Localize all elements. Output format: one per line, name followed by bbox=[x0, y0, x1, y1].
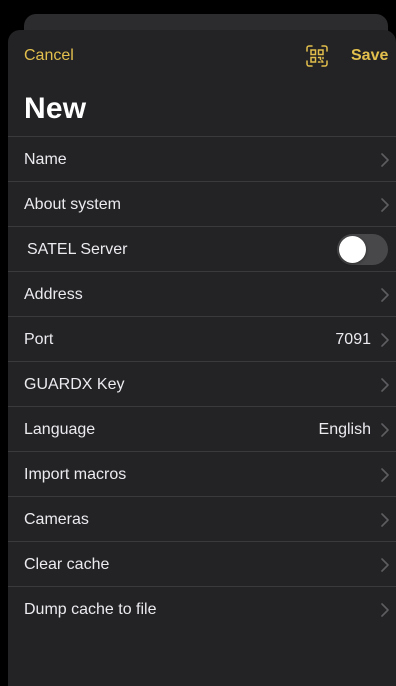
list-item-port[interactable]: Port 7091 bbox=[8, 316, 396, 361]
row-label: Name bbox=[24, 151, 67, 168]
list-item-name[interactable]: Name bbox=[8, 136, 396, 181]
qr-code-scan-icon[interactable] bbox=[305, 44, 329, 68]
list-item-cameras[interactable]: Cameras bbox=[8, 496, 396, 541]
row-label: GUARDX Key bbox=[24, 376, 125, 393]
save-button[interactable]: Save bbox=[351, 47, 388, 65]
chevron-right-icon bbox=[381, 423, 389, 437]
chevron-right-icon bbox=[381, 513, 389, 527]
screen: Cancel Save New Name About system SATEL … bbox=[0, 0, 396, 686]
list-item-import-macros[interactable]: Import macros bbox=[8, 451, 396, 496]
row-label: Language bbox=[24, 421, 96, 438]
chevron-right-icon bbox=[381, 153, 389, 167]
chevron-right-icon bbox=[381, 603, 389, 617]
cancel-button[interactable]: Cancel bbox=[24, 47, 74, 65]
row-label: Cameras bbox=[24, 511, 89, 528]
port-value: 7091 bbox=[335, 331, 371, 348]
row-label: About system bbox=[24, 196, 121, 213]
navigation-bar: Cancel Save bbox=[8, 30, 396, 82]
row-label: Clear cache bbox=[24, 556, 110, 573]
chevron-right-icon bbox=[381, 558, 389, 572]
list-item-about-system[interactable]: About system bbox=[8, 181, 396, 226]
satel-server-toggle[interactable] bbox=[337, 234, 388, 265]
modal-sheet: Cancel Save New Name About system SATEL … bbox=[8, 30, 396, 686]
list-item-guardx-key[interactable]: GUARDX Key bbox=[8, 361, 396, 406]
row-label: Port bbox=[24, 331, 54, 348]
chevron-right-icon bbox=[381, 288, 389, 302]
chevron-right-icon bbox=[381, 468, 389, 482]
chevron-right-icon bbox=[381, 333, 389, 347]
list-item-language[interactable]: Language English bbox=[8, 406, 396, 451]
list-item-satel-server: SATEL Server bbox=[8, 226, 396, 271]
list-item-dump-cache[interactable]: Dump cache to file bbox=[8, 586, 396, 631]
row-label: Import macros bbox=[24, 466, 127, 483]
list-item-address[interactable]: Address bbox=[8, 271, 396, 316]
row-label: Address bbox=[24, 286, 83, 303]
chevron-right-icon bbox=[381, 378, 389, 392]
row-label: SATEL Server bbox=[27, 241, 128, 258]
row-label: Dump cache to file bbox=[24, 601, 157, 618]
settings-list: Name About system SATEL Server Address P… bbox=[8, 136, 396, 631]
toggle-knob bbox=[339, 236, 366, 263]
chevron-right-icon bbox=[381, 198, 389, 212]
list-item-clear-cache[interactable]: Clear cache bbox=[8, 541, 396, 586]
page-title: New bbox=[24, 92, 87, 125]
language-value: English bbox=[318, 421, 371, 438]
